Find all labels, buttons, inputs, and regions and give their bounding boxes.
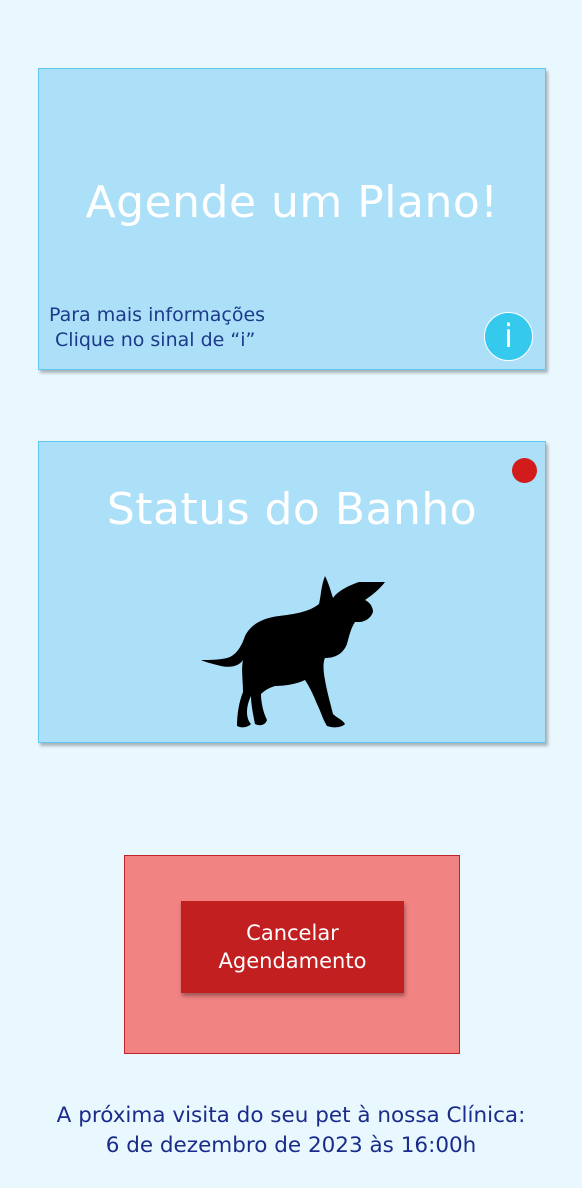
next-visit-date: 6 de dezembro de 2023 às 16:00h <box>105 1133 477 1158</box>
schedule-plan-card[interactable]: Agende um Plano! Para mais informações C… <box>38 68 546 370</box>
cancel-panel: Cancelar Agendamento <box>124 855 460 1054</box>
cancel-button-label-line-1: Cancelar <box>246 921 339 945</box>
schedule-plan-title: Agende um Plano! <box>85 177 499 228</box>
cancel-appointment-button[interactable]: Cancelar Agendamento <box>181 901 404 993</box>
cancel-button-label-line-2: Agendamento <box>218 949 367 973</box>
plan-info-line-1: Para mais informações <box>49 304 266 326</box>
next-visit-line-1: A próxima visita do seu pet à nossa Clín… <box>56 1103 526 1128</box>
dog-silhouette-icon <box>201 576 385 728</box>
bath-status-title: Status do Banho <box>106 484 478 535</box>
bath-status-card: Status do Banho <box>38 441 546 743</box>
plan-info-line-2: Clique no sinal de “i” <box>49 329 256 351</box>
status-indicator-dot <box>512 458 537 483</box>
plan-info-text: Para mais informações Clique no sinal de… <box>49 303 265 353</box>
info-icon: i <box>504 317 513 355</box>
next-visit-info: A próxima visita do seu pet à nossa Clín… <box>0 1101 582 1161</box>
info-button[interactable]: i <box>484 312 533 361</box>
